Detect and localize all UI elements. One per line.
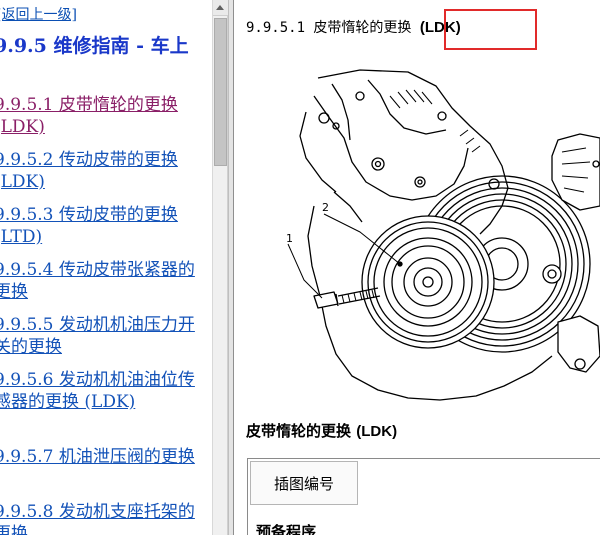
table-title-text: 皮带惰轮的更换	[246, 422, 352, 440]
section-title: 9.9.5 维修指南 - 车上	[0, 35, 189, 57]
callout-1: 1	[286, 232, 293, 245]
table-header-illustration-number: 插图编号	[250, 461, 358, 505]
nav-item-oil-pressure-switch[interactable]: 9.9.5.5 发动机机油压力开关的更换	[0, 314, 209, 358]
nav-item-belt-tensioner[interactable]: 9.9.5.4 传动皮带张紧器的更换	[0, 259, 209, 303]
procedure-table: 插图编号 预备程序	[247, 458, 600, 535]
nav-item-belt-idler-ldk[interactable]: 9.9.5.1 皮带惰轮的更换 (LDK)	[0, 94, 209, 138]
highlight-box	[444, 9, 537, 50]
table-row-preparation: 预备程序	[256, 523, 317, 535]
nav-item-oil-level-sensor[interactable]: 9.9.5.6 发动机机油油位传感器的更换 (LDK)	[0, 369, 209, 413]
belt-idler-diagram: 1 2	[286, 69, 600, 401]
procedure-heading: 9.9.5.1 皮带惰轮的更换 (LDK)	[246, 17, 461, 37]
table-title: 皮带惰轮的更换 (LDK)	[246, 420, 397, 441]
procedure-heading-text: 9.9.5.1 皮带惰轮的更换	[246, 20, 412, 36]
scroll-up-arrow-icon[interactable]	[213, 0, 228, 16]
nav-item-drive-belt-ldk[interactable]: 9.9.5.2 传动皮带的更换 (LDK)	[0, 149, 209, 193]
nav-item-engine-mount-bracket[interactable]: 9.9.5.8 发动机支座托架的更换	[0, 501, 209, 535]
back-link[interactable]: [返回上一级]	[0, 4, 77, 24]
nav-scrollbar[interactable]	[212, 0, 228, 535]
nav-pane: [返回上一级] 9.9.5 维修指南 - 车上 9.9.5.1 皮带惰轮的更换 …	[0, 0, 212, 535]
table-title-tag: (LDK)	[356, 423, 398, 440]
callout-2: 2	[322, 201, 329, 214]
nav-item-oil-relief-valve[interactable]: 9.9.5.7 机油泄压阀的更换	[0, 446, 209, 468]
nav-item-drive-belt-ltd[interactable]: 9.9.5.3 传动皮带的更换 (LTD)	[0, 204, 209, 248]
scroll-thumb[interactable]	[214, 18, 227, 166]
content-pane: 9.9.5.1 皮带惰轮的更换 (LDK) 1 2 皮带惰轮的更换 (LDK) …	[234, 0, 600, 535]
